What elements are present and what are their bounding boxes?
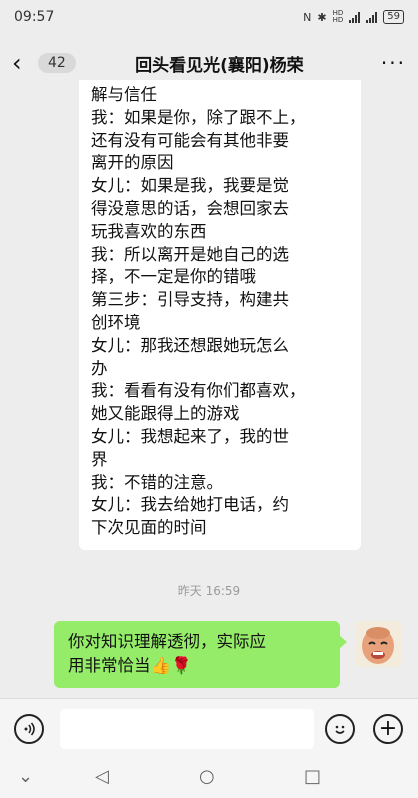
signal-icon xyxy=(349,11,361,23)
unread-count-badge: 42 xyxy=(38,53,76,73)
status-indicators: N ✱ HD HD 59 xyxy=(303,10,404,24)
avatar-face-icon xyxy=(355,621,401,667)
sent-message-bubble[interactable]: 你对知识理解透彻，实际应 用非常恰当👍🌹 xyxy=(54,621,347,688)
received-message-line: 创环境 xyxy=(91,312,141,332)
voice-icon[interactable] xyxy=(14,714,44,744)
received-message-line: 择，不一定是你的错哦 xyxy=(91,267,256,287)
received-message-line: 女儿：那我还想跟她玩怎么 xyxy=(91,335,289,355)
more-icon[interactable]: ··· xyxy=(381,51,406,75)
received-message-line: 我：不错的注意。 xyxy=(91,472,223,492)
message-timestamp: 昨天 16:59 xyxy=(177,584,241,598)
received-message-line: 离开的原因 xyxy=(91,153,174,173)
received-message-line: 她又能跟得上的游戏 xyxy=(91,404,240,424)
received-message-line: 我：所以离开是她自己的选 xyxy=(91,244,289,264)
nav-recents-icon[interactable]: □ xyxy=(304,766,321,787)
signal-icon-2 xyxy=(366,11,378,23)
emoji-icon[interactable] xyxy=(325,714,355,744)
received-message-line: 下次见面的时间 xyxy=(91,518,207,538)
smiley-icon xyxy=(335,725,345,734)
received-message-line: 女儿：如果是我，我要是觉 xyxy=(91,176,289,196)
received-message-line: 第三步：引导支持，构建共 xyxy=(91,290,289,310)
voice-waves-icon xyxy=(24,722,35,736)
back-icon[interactable]: ‹ xyxy=(12,49,34,77)
chat-title: 回头看见光(襄阳)杨荣 xyxy=(135,55,304,76)
avatar[interactable] xyxy=(355,621,401,667)
received-message-line: 还有没有可能会有其他非要 xyxy=(91,130,289,150)
nav-back-icon[interactable]: ◁ xyxy=(95,766,109,787)
received-message-line: 女儿：我想起来了，我的世 xyxy=(91,426,289,446)
status-time: 09:57 xyxy=(14,9,55,25)
nfc-icon: N xyxy=(303,10,312,24)
battery-icon: 59 xyxy=(383,10,404,24)
received-message-line: 解与信任 xyxy=(91,85,157,104)
received-message-line: 我：如果是你，除了跟不上， xyxy=(91,107,306,127)
collapse-icon[interactable]: ⌄ xyxy=(18,766,33,787)
received-message-line: 界 xyxy=(91,449,108,469)
received-message-line: 办 xyxy=(91,358,108,378)
message-input[interactable] xyxy=(60,709,314,749)
received-message-line: 玩我喜欢的东西 xyxy=(91,221,207,241)
received-message-line: 女儿：我去给她打电话，约 xyxy=(91,495,289,515)
received-message-bubble[interactable]: 解与信任我：如果是你，除了跟不上， 还有没有可能会有其他非要 离开的原因女儿：如果是… xyxy=(79,80,361,550)
sent-message-line: 用非常恰当👍🌹 xyxy=(68,656,192,675)
hd-icon: HD HD xyxy=(332,9,344,24)
status-bar: 09:57 N ✱ HD HD 59 xyxy=(0,0,418,34)
received-message-line: 得没意思的话，会想回家去 xyxy=(91,198,289,218)
nav-home-icon[interactable]: ○ xyxy=(199,766,215,787)
system-nav-bar: ⌄ ◁ ○ □ xyxy=(0,758,418,798)
bluetooth-icon: ✱ xyxy=(317,10,327,24)
plus-icon[interactable]: + xyxy=(373,714,403,744)
input-bar: + xyxy=(0,698,418,759)
received-message-line: 我：看看有没有你们都喜欢， xyxy=(91,381,306,401)
sent-message-line: 你对知识理解透彻，实际应 xyxy=(68,632,266,651)
